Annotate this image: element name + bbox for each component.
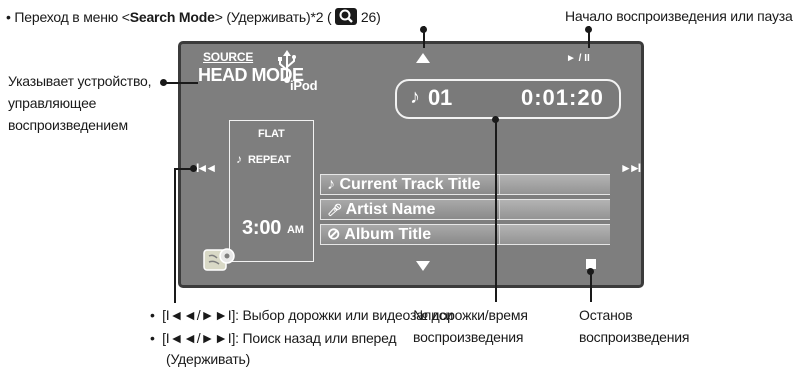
leader-track-time [495, 119, 497, 302]
skip-item-1: • [I◄◄/►►I]: Выбор дорожки или видеозапи… [150, 307, 453, 324]
info-panel [229, 120, 314, 262]
search-mode-note: • Переход в меню <Search Mode> (Удержива… [6, 8, 381, 26]
label-device-1: Указывает устройство, [8, 73, 152, 89]
leader-skip [174, 168, 176, 303]
skip-item-1-text: [I◄◄/►►I]: Выбор дорожки или видеозаписи [162, 307, 454, 323]
leader-dot [420, 26, 427, 33]
note-prefix: Переход в меню < [14, 9, 130, 25]
clock-time: 3:00 [242, 217, 282, 239]
clock-ampm: AM [287, 224, 304, 236]
menu-icon[interactable] [203, 244, 237, 279]
ipod-label: iPod [290, 78, 318, 93]
next-track-icon[interactable]: ►►I [620, 161, 641, 175]
leader-dot [160, 79, 167, 86]
play-pause-icon[interactable]: ► / II [566, 53, 590, 64]
repeat-indicator: REPEAT [248, 154, 291, 166]
leader-dot [587, 268, 594, 275]
leader-device [163, 82, 198, 84]
leader-dot [492, 116, 499, 123]
repeat-note-icon: ♪ [236, 152, 242, 166]
bullet: • [150, 330, 155, 346]
bullet: • [150, 307, 155, 323]
bullet: • [6, 9, 11, 25]
bar-segment [499, 175, 610, 194]
label-track-time-1: № дорожки/время [413, 307, 528, 323]
skip-item-2: • [I◄◄/►►I]: Поиск назад или вперед [150, 330, 397, 347]
skip-item-2-text: [I◄◄/►►I]: Поиск назад или вперед [162, 330, 397, 346]
magnifier-icon [335, 8, 358, 25]
album-bar[interactable]: ⊘ Album Title [320, 224, 610, 245]
album-title: Album Title [344, 226, 432, 243]
down-arrow-icon[interactable] [416, 261, 430, 271]
note-suffix: > (Удерживать)*2 ( [214, 9, 332, 25]
label-stop-2: воспроизведения [579, 329, 690, 345]
label-play-pause: Начало воспроизведения или пауза [565, 8, 793, 24]
artist-bar[interactable]: 🎤︎ Artist Name [320, 199, 610, 220]
note-icon: ♪ [410, 86, 420, 108]
track-title-icon: ♪ [327, 176, 340, 193]
artist-name: Artist Name [345, 201, 436, 218]
bar-segment [499, 225, 610, 244]
microphone-icon: 🎤︎ [327, 203, 346, 217]
label-device-2: управляющее [8, 95, 97, 111]
leader-stop [590, 272, 592, 302]
label-stop-1: Останов [579, 307, 633, 323]
disc-icon: ⊘ [327, 226, 345, 243]
track-title: Current Track Title [339, 176, 481, 193]
sound-mode: FLAT [258, 128, 285, 140]
label-track-time-2: воспроизведения [413, 329, 524, 345]
prev-track-icon[interactable]: I◄◄ [196, 161, 217, 175]
source-label[interactable]: SOURCE [203, 50, 253, 64]
note-close: ) [376, 9, 381, 25]
play-time: 0:01:20 [521, 85, 604, 110]
leader-dot [190, 165, 197, 172]
up-arrow-icon[interactable] [416, 53, 430, 63]
note-mode-name: Search Mode [129, 9, 215, 25]
skip-item-2-cont: (Удерживать) [166, 351, 251, 367]
track-title-bar[interactable]: ♪ Current Track Title [320, 174, 610, 195]
leader-dot [585, 26, 592, 33]
note-page-ref: 26 [360, 9, 377, 25]
label-device-3: воспроизведением [8, 117, 128, 133]
bar-segment [499, 200, 610, 219]
track-number: 01 [428, 85, 453, 110]
